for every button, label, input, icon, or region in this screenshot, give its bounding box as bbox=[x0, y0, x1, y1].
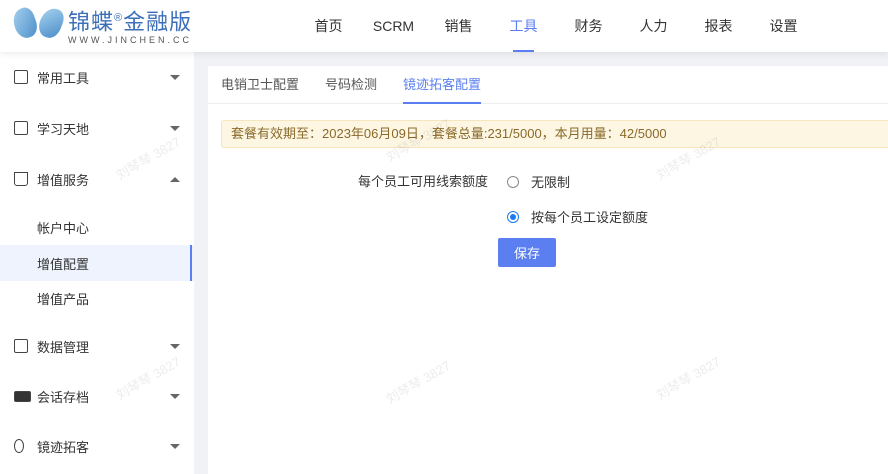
radio-checked-icon bbox=[507, 210, 519, 223]
sidebar-item-label: 学习天地 bbox=[37, 121, 90, 137]
nav-finance[interactable]: 财务 bbox=[556, 0, 621, 52]
nav-hr[interactable]: 人力 bbox=[621, 0, 686, 52]
crown-icon bbox=[14, 172, 28, 186]
caret-down-icon bbox=[170, 126, 180, 131]
sidebar-item-data-management[interactable]: 数据管理 bbox=[0, 328, 194, 364]
butterfly-logo-icon bbox=[9, 5, 67, 46]
sidebar-item-common-tools[interactable]: 常用工具 bbox=[0, 59, 194, 95]
package-info-alert: 套餐有效期至：2023年06月09日，套餐总量:231/5000，本月用量：42… bbox=[221, 120, 888, 148]
nav-scrm[interactable]: SCRM bbox=[361, 0, 426, 52]
nav-home[interactable]: 首页 bbox=[296, 0, 361, 52]
route-icon bbox=[14, 439, 24, 453]
caret-up-icon bbox=[170, 177, 180, 182]
board-icon bbox=[14, 339, 28, 353]
clipboard-clock-icon bbox=[14, 70, 28, 84]
sidebar-item-value-added[interactable]: 增值服务 bbox=[0, 161, 194, 197]
sidebar-item-chat-archive[interactable]: 会话存档 bbox=[0, 378, 194, 414]
radio-label: 按每个员工设定额度 bbox=[531, 210, 649, 225]
id-card-icon bbox=[14, 390, 31, 402]
sidebar-item-learning[interactable]: 学习天地 bbox=[0, 110, 194, 146]
logo[interactable]: 锦蝶®金融版 WWW.JINCHEN.CC bbox=[9, 5, 193, 46]
sidebar-item-label: 帐户中心 bbox=[37, 220, 90, 236]
radio-circle-icon bbox=[507, 175, 519, 188]
logo-title: 锦蝶®金融版 bbox=[68, 9, 193, 35]
sidebar-subitem-value-config[interactable]: 增值配置 bbox=[0, 245, 194, 281]
sidebar-item-label: 增值配置 bbox=[37, 256, 90, 272]
caret-down-icon bbox=[170, 344, 180, 349]
tab-trace-leads-config[interactable]: 镜迹拓客配置 bbox=[403, 66, 482, 104]
sidebar-item-label: 数据管理 bbox=[37, 339, 90, 355]
content-card: 电销卫士配置 号码检测 镜迹拓客配置 套餐有效期至：2023年06月09日，套餐… bbox=[208, 66, 888, 474]
config-tabs: 电销卫士配置 号码检测 镜迹拓客配置 bbox=[208, 66, 888, 104]
radio-unlimited[interactable]: 无限制 bbox=[507, 172, 570, 191]
sidebar-subitem-value-products[interactable]: 增值产品 bbox=[0, 280, 194, 316]
save-button[interactable]: 保存 bbox=[498, 238, 556, 267]
nav-tools[interactable]: 工具 bbox=[491, 0, 556, 52]
sidebar-item-trace-leads[interactable]: 镜迹拓客 bbox=[0, 428, 194, 464]
top-header: 锦蝶®金融版 WWW.JINCHEN.CC 首页 SCRM 销售 工具 财务 人… bbox=[0, 0, 888, 52]
nav-settings[interactable]: 设置 bbox=[751, 0, 816, 52]
sidebar-item-label: 增值产品 bbox=[37, 291, 90, 307]
radio-per-employee[interactable]: 按每个员工设定额度 bbox=[507, 207, 648, 226]
quota-label: 每个员工可用线索额度 bbox=[358, 174, 489, 189]
main-nav: 首页 SCRM 销售 工具 财务 人力 报表 设置 bbox=[296, 0, 816, 52]
book-icon bbox=[14, 121, 28, 135]
radio-label: 无限制 bbox=[531, 175, 571, 190]
sidebar-item-label: 常用工具 bbox=[37, 70, 90, 86]
sidebar: 常用工具 学习天地 增值服务 帐户中心 增值配置 增值产品 数据管理 会话存档 … bbox=[0, 52, 194, 474]
caret-down-icon bbox=[170, 75, 180, 80]
sidebar-item-label: 会话存档 bbox=[37, 389, 90, 405]
tab-number-check[interactable]: 号码检测 bbox=[325, 66, 377, 103]
caret-down-icon bbox=[170, 394, 180, 399]
nav-sales[interactable]: 销售 bbox=[426, 0, 491, 52]
sidebar-subitem-account-center[interactable]: 帐户中心 bbox=[0, 209, 194, 245]
sidebar-item-label: 镜迹拓客 bbox=[37, 439, 90, 455]
tab-call-guard-config[interactable]: 电销卫士配置 bbox=[221, 66, 299, 103]
nav-reports[interactable]: 报表 bbox=[686, 0, 751, 52]
logo-url: WWW.JINCHEN.CC bbox=[68, 35, 192, 46]
caret-down-icon bbox=[170, 444, 180, 449]
sidebar-item-label: 增值服务 bbox=[37, 172, 90, 188]
